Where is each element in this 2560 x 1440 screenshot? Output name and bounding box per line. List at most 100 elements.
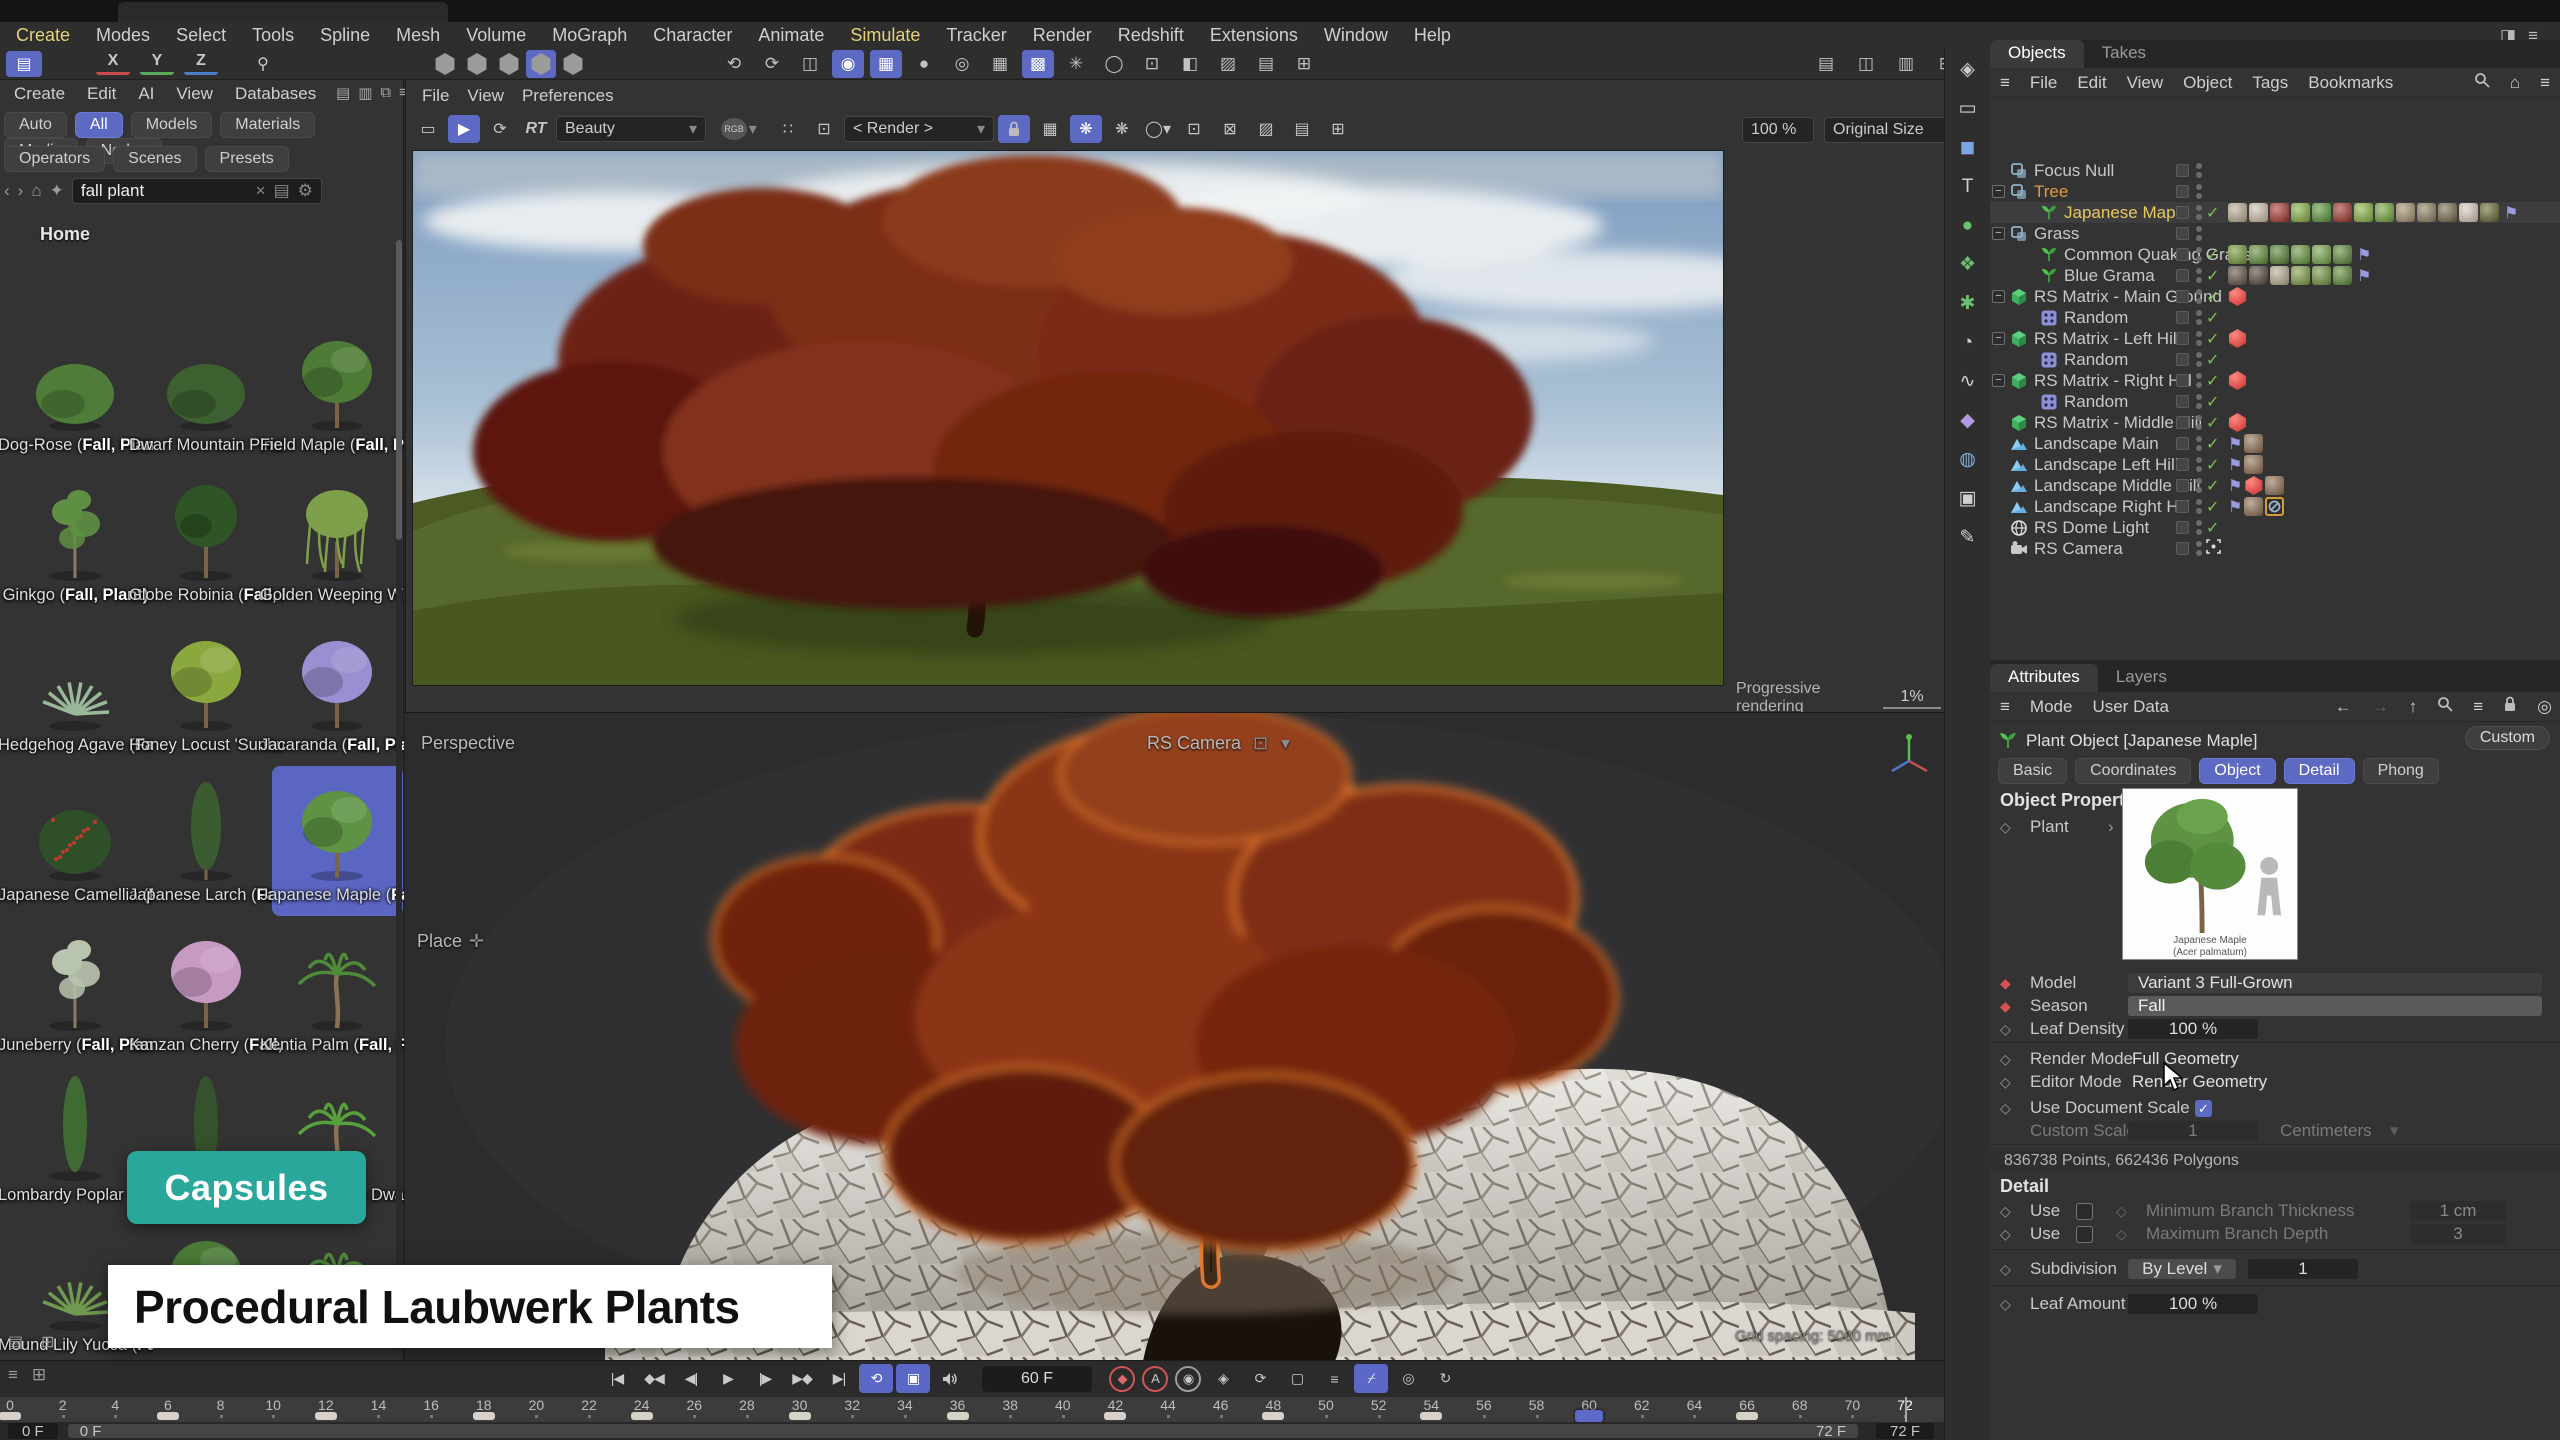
play-button[interactable]: ▶ [711, 1364, 745, 1393]
layer-toggle[interactable] [2176, 437, 2189, 450]
visibility-dots[interactable] [2196, 205, 2202, 223]
enabled-check-icon[interactable]: ✓ [2206, 371, 2219, 391]
keyframe-marker[interactable] [947, 1412, 969, 1420]
filter-models[interactable]: Models [131, 112, 213, 138]
layer-toggle[interactable] [2176, 416, 2189, 429]
object-label[interactable]: RS Camera [2034, 539, 2123, 559]
menu-create[interactable]: Create [16, 25, 70, 46]
object-label[interactable]: RS Matrix - Main Ground [2034, 287, 2222, 307]
axis-x-button[interactable]: X [96, 49, 130, 75]
enabled-check-icon[interactable]: ✓ [2206, 287, 2219, 307]
coordinate-system-icon[interactable]: ⚲ [246, 51, 280, 77]
loop-button[interactable]: ⟲ [859, 1364, 893, 1393]
material-tag[interactable] [2265, 476, 2284, 495]
expand-toggle[interactable]: − [1992, 332, 2005, 345]
object-label[interactable]: Grass [2034, 224, 2079, 244]
visibility-dots[interactable] [2196, 226, 2202, 244]
expand-arrow-icon[interactable]: › [2108, 817, 2114, 837]
asset-item-golden[interactable]: Golden Weeping Willo...( [272, 466, 403, 616]
region-select-icon[interactable]: ◯▾ [1142, 115, 1174, 143]
om-menu-object[interactable]: Object [2183, 73, 2232, 93]
expand-toggle[interactable]: − [1992, 290, 2005, 303]
workplane-icon[interactable]: ◧ [1174, 50, 1206, 78]
layer-toggle[interactable] [2176, 542, 2189, 555]
generator-icon[interactable]: ✱ [1960, 294, 1976, 313]
object-row-rs-camera[interactable]: RS Camera [1990, 538, 2560, 559]
visibility-dots[interactable] [2196, 268, 2202, 286]
filter-auto[interactable]: Auto [4, 112, 67, 138]
key-parameter-button[interactable]: ≡ [1317, 1364, 1351, 1393]
object-row-rs-matrix-right-hill[interactable]: −RS Matrix - Right Hill✓ [1990, 370, 2560, 391]
object-row-grass[interactable]: − Grass [1990, 223, 2560, 244]
enabled-check-icon[interactable]: ✓ [2206, 455, 2219, 475]
layer-toggle[interactable] [2176, 479, 2189, 492]
material-tag[interactable] [2244, 497, 2263, 516]
object-label[interactable]: Common Quaking Grass [2064, 245, 2251, 265]
object-label[interactable]: RS Matrix - Right Hill [2034, 371, 2192, 391]
add-snapshot-icon[interactable]: ⊞ [1322, 115, 1354, 143]
layer-toggle[interactable] [2176, 269, 2189, 282]
material-tag[interactable] [2375, 203, 2394, 222]
layer-toggle[interactable] [2176, 353, 2189, 366]
view-mode-icon[interactable] [494, 50, 524, 78]
compare-icon[interactable]: ▨ [1250, 115, 1282, 143]
render-mode-select[interactable]: Full Geometry [2132, 1049, 2239, 1069]
enabled-check-icon[interactable]: ✓ [2206, 329, 2219, 349]
object-label[interactable]: Random [2064, 308, 2128, 328]
menu-character[interactable]: Character [653, 25, 732, 46]
current-frame-field[interactable]: 60 F [982, 1366, 1092, 1392]
snapshot-freeze-icon[interactable]: ❋ [1070, 115, 1102, 143]
search-input[interactable]: fall plant × ▤ ⚙ [72, 178, 322, 204]
camera-select[interactable]: < Render >▾ [844, 116, 994, 142]
asset-item-honey[interactable]: Honey Locust 'Sunbur...( [141, 616, 272, 766]
viewport-camera-label[interactable]: RS Camera [1147, 733, 1241, 754]
subdivision-value-field[interactable]: 1 [2248, 1259, 2358, 1279]
back-icon[interactable]: ← [2335, 697, 2352, 717]
browser-list-icon[interactable]: ▤ [8, 1332, 23, 1352]
keyframe-marker[interactable] [473, 1412, 495, 1420]
phong-tag-icon[interactable]: ⚑ [2228, 497, 2242, 517]
key-rotation-button[interactable]: ⟳ [1243, 1364, 1277, 1393]
redshift-material-tag[interactable] [2244, 476, 2263, 495]
om-menu-tags[interactable]: Tags [2252, 73, 2288, 93]
layer-toggle[interactable] [2176, 458, 2189, 471]
up-icon[interactable]: ↑ [2409, 697, 2418, 717]
hamburger-icon[interactable]: ≡ [2000, 73, 2010, 93]
filter-presets[interactable]: Presets [205, 146, 289, 172]
material-tag[interactable] [2249, 245, 2268, 264]
rt-toggle[interactable]: RT [520, 115, 552, 143]
model-select[interactable]: Variant 3 Full-Grown [2128, 973, 2542, 993]
material-tag[interactable] [2291, 245, 2310, 264]
browser-menu-create[interactable]: Create [14, 84, 65, 104]
timeline-ruler[interactable]: 0246810121416182022242628303234363840424… [0, 1396, 1944, 1422]
material-tag[interactable] [2291, 266, 2310, 285]
phong-tag-icon[interactable]: ⚑ [2228, 476, 2242, 496]
asset-item-japanese[interactable]: Japanese Maple (Fall, ... [272, 766, 403, 916]
visibility-dots[interactable] [2196, 541, 2202, 559]
renderview-menu-preferences[interactable]: Preferences [522, 86, 614, 106]
key-position-button[interactable]: ◈ [1206, 1364, 1240, 1393]
material-tag[interactable] [2396, 203, 2415, 222]
material-tag[interactable] [2417, 203, 2436, 222]
asset-scrollbar[interactable] [396, 240, 402, 1350]
material-tag[interactable] [2228, 245, 2247, 264]
expand-toggle[interactable]: − [1992, 227, 2005, 240]
grid-icon[interactable]: ▦ [984, 50, 1016, 78]
om-menu-view[interactable]: View [2127, 73, 2164, 93]
keyframe-marker[interactable] [631, 1412, 653, 1420]
attr-tab-object[interactable]: Object [2199, 758, 2275, 784]
object-label[interactable]: Random [2064, 392, 2128, 412]
hamburger-icon[interactable]: ≡ [2000, 697, 2010, 717]
browser-menu-edit[interactable]: Edit [87, 84, 116, 104]
image-size-select[interactable]: Original Size▾ [1824, 117, 1964, 143]
visibility-dots[interactable] [2196, 394, 2202, 412]
view-mode-icon[interactable] [526, 50, 556, 78]
zoom-level-select[interactable]: 100 % [1742, 117, 1814, 143]
keyframe-selection-button[interactable]: ◉ [1175, 1366, 1201, 1392]
filter-materials[interactable]: Materials [220, 112, 315, 138]
layer-toggle[interactable] [2176, 290, 2189, 303]
layer-toggle[interactable] [2176, 521, 2189, 534]
enabled-check-icon[interactable]: ✓ [2206, 266, 2219, 286]
object-row-random[interactable]: Random✓ [1990, 307, 2560, 328]
asset-item-kentia[interactable]: Kentia Palm (Fall, Plant) [272, 916, 403, 1066]
